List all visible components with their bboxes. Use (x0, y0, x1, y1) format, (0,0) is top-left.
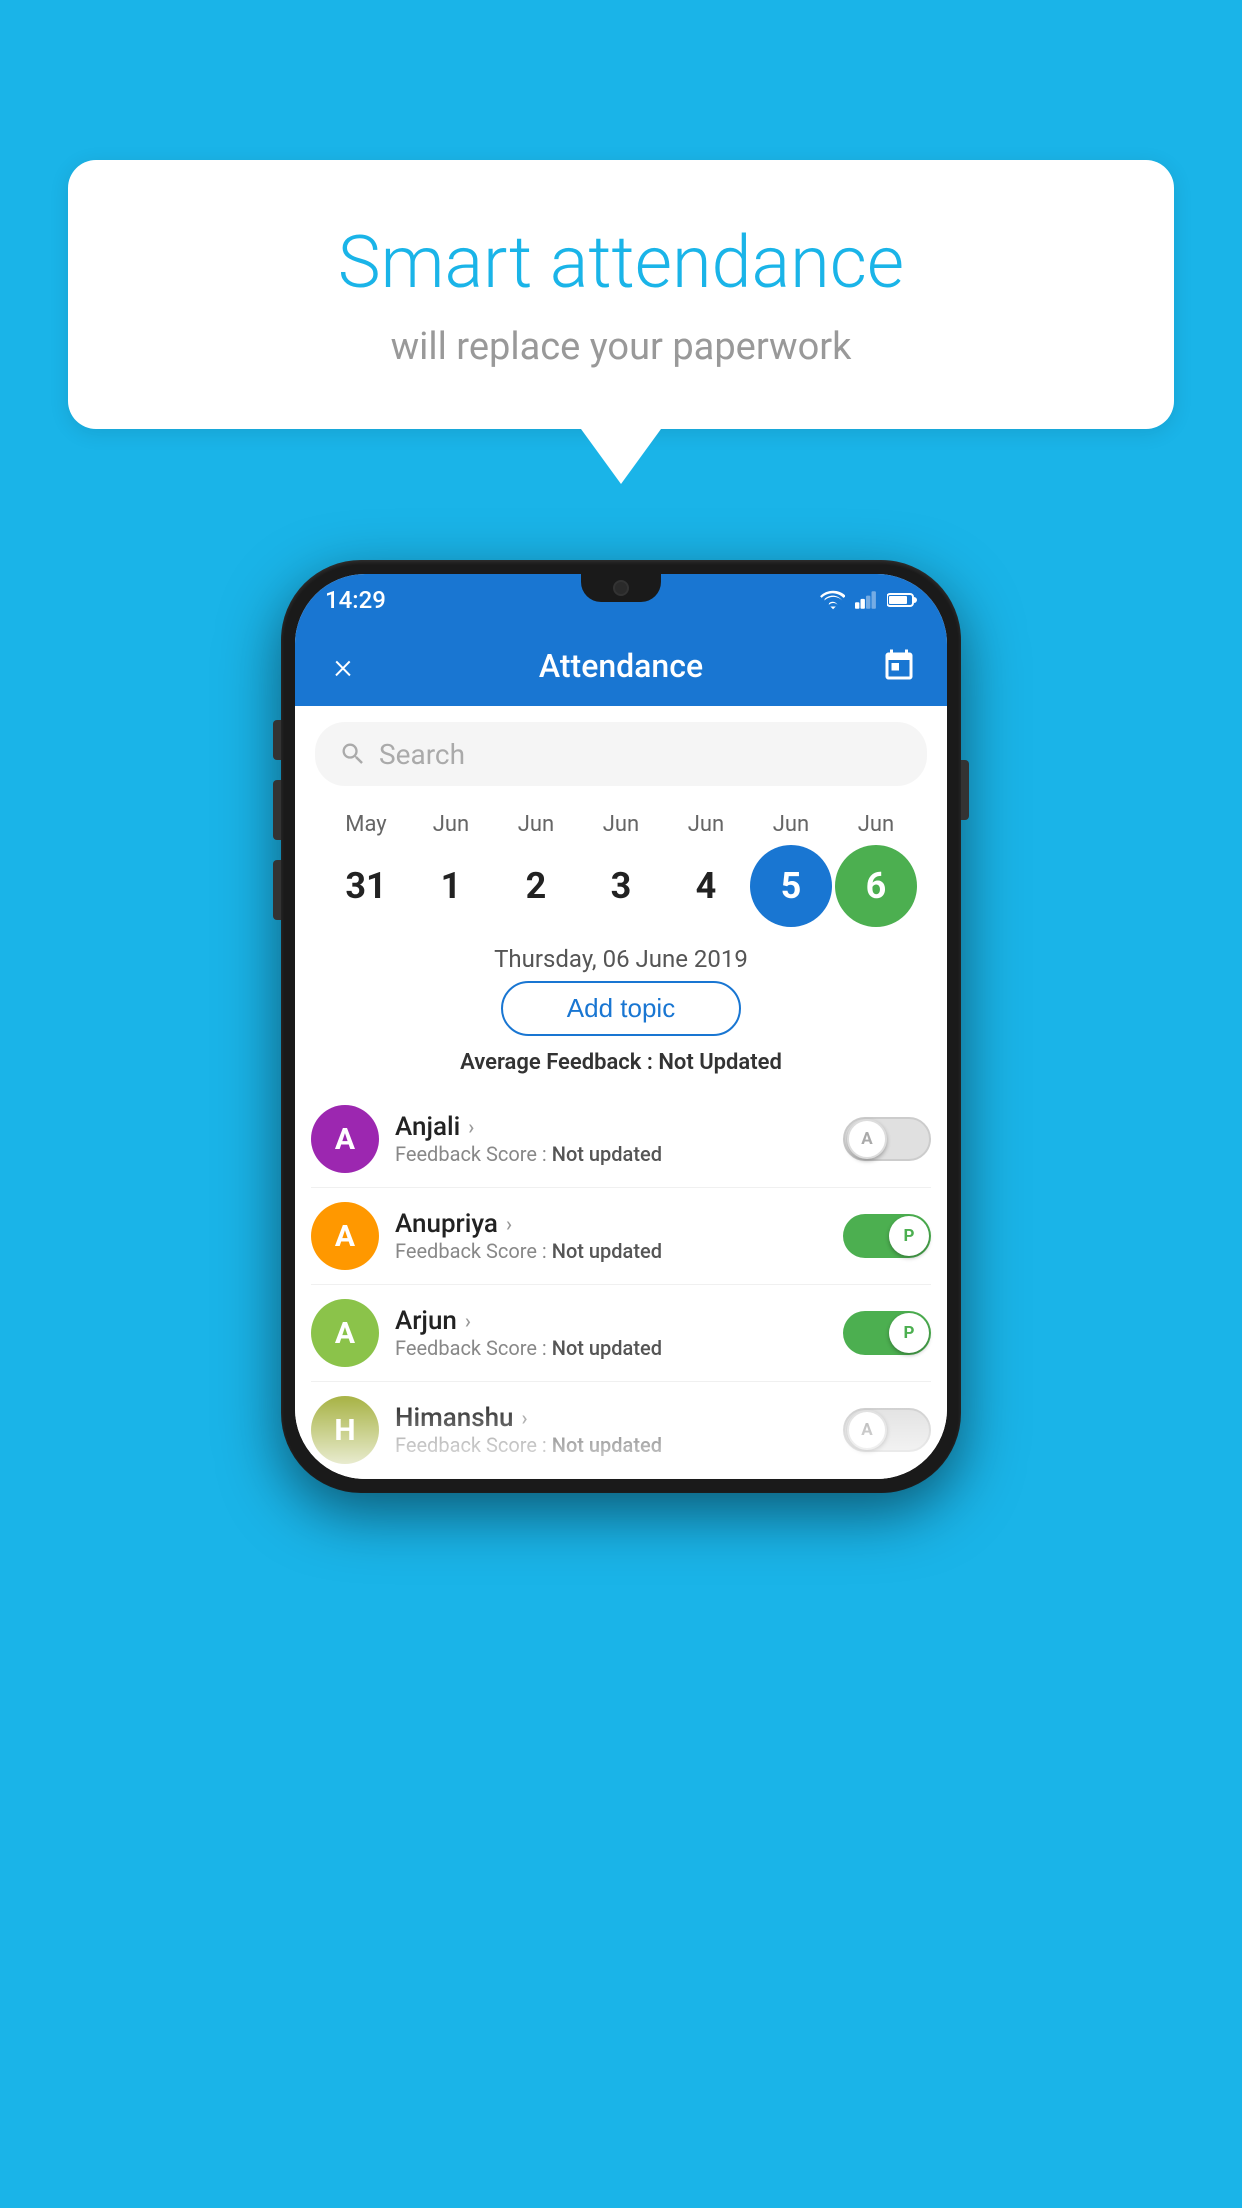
date-cell[interactable]: 5 (750, 845, 832, 927)
app-bar: × Attendance (295, 626, 947, 706)
student-list: AAnjali ›Feedback Score : Not updatedAAA… (295, 1091, 947, 1479)
month-label: Jun (750, 812, 832, 837)
phone-container: 14:29 × Attendance (281, 560, 961, 1493)
date-cell[interactable]: 4 (665, 845, 747, 927)
student-info: Anjali ›Feedback Score : Not updated (395, 1112, 827, 1166)
search-icon (339, 740, 367, 768)
calendar-icon (881, 648, 917, 684)
student-name: Himanshu › (395, 1403, 827, 1433)
phone-screen: 14:29 × Attendance (295, 574, 947, 1479)
student-info: Anupriya ›Feedback Score : Not updated (395, 1209, 827, 1263)
month-label: Jun (410, 812, 492, 837)
student-name: Arjun › (395, 1306, 827, 1336)
search-placeholder: Search (379, 738, 465, 771)
attendance-toggle[interactable]: P (843, 1214, 931, 1258)
avatar: A (311, 1202, 379, 1270)
search-bar[interactable]: Search (315, 722, 927, 786)
feedback-value: Not updated (547, 1239, 662, 1263)
attendance-toggle[interactable]: A (843, 1408, 931, 1452)
silent-button (273, 720, 281, 760)
attendance-toggle[interactable]: P (843, 1311, 931, 1355)
camera (613, 580, 629, 596)
feedback-value: Not updated (547, 1336, 662, 1360)
student-item[interactable]: H Himanshu ›Feedback Score : Not updated A (311, 1382, 931, 1479)
student-info: Arjun ›Feedback Score : Not updated (395, 1306, 827, 1360)
bubble-subtitle: will replace your paperwork (148, 325, 1094, 369)
wifi-icon (819, 590, 845, 610)
month-label: Jun (580, 812, 662, 837)
student-item[interactable]: A Anjali ›Feedback Score : Not updated A (311, 1091, 931, 1188)
toggle-track: P (843, 1311, 931, 1355)
chevron-icon: › (522, 1406, 528, 1430)
chevron-icon: › (465, 1309, 471, 1333)
avatar: A (311, 1299, 379, 1367)
month-label: Jun (495, 812, 577, 837)
date-cell[interactable]: 1 (410, 845, 492, 927)
month-label: May (325, 812, 407, 837)
student-item[interactable]: A Anupriya ›Feedback Score : Not updated P (311, 1188, 931, 1285)
volume-down-button (273, 860, 281, 920)
toggle-track: P (843, 1214, 931, 1258)
avg-feedback-label: Average Feedback : (460, 1050, 658, 1075)
date-row: 31123456 (315, 837, 927, 935)
toggle-thumb: P (889, 1216, 929, 1256)
chevron-icon: › (468, 1115, 474, 1139)
avg-feedback: Average Feedback : Not Updated (295, 1050, 947, 1075)
bubble-title: Smart attendance (148, 220, 1094, 305)
toggle-track: A (843, 1117, 931, 1161)
phone-outer: 14:29 × Attendance (281, 560, 961, 1493)
speech-bubble-container: Smart attendance will replace your paper… (68, 160, 1174, 484)
app-title: Attendance (539, 647, 703, 685)
date-cell[interactable]: 6 (835, 845, 917, 927)
avg-feedback-value: Not Updated (658, 1050, 782, 1075)
toggle-thumb: P (889, 1313, 929, 1353)
status-bar: 14:29 (295, 574, 947, 626)
student-name: Anjali › (395, 1112, 827, 1142)
app-content: Search MayJunJunJunJunJunJun 31123456 Th… (295, 706, 947, 1479)
student-item[interactable]: A Arjun ›Feedback Score : Not updated P (311, 1285, 931, 1382)
feedback-value: Not updated (547, 1142, 662, 1166)
status-icons (819, 590, 917, 610)
attendance-toggle[interactable]: A (843, 1117, 931, 1161)
month-label: Jun (835, 812, 917, 837)
status-time: 14:29 (325, 586, 386, 614)
battery-icon (887, 591, 917, 609)
student-info: Himanshu ›Feedback Score : Not updated (395, 1403, 827, 1457)
selected-date-label: Thursday, 06 June 2019 (295, 935, 947, 981)
toggle-track: A (843, 1408, 931, 1452)
date-cell[interactable]: 2 (495, 845, 577, 927)
close-button[interactable]: × (319, 642, 367, 690)
power-button (961, 760, 969, 820)
month-row: MayJunJunJunJunJunJun (315, 812, 927, 837)
feedback-score: Feedback Score : Not updated (395, 1239, 827, 1263)
student-name: Anupriya › (395, 1209, 827, 1239)
speech-bubble-tail (581, 429, 661, 484)
toggle-thumb: A (847, 1119, 887, 1159)
chevron-icon: › (506, 1212, 512, 1236)
volume-up-button (273, 780, 281, 840)
feedback-score: Feedback Score : Not updated (395, 1336, 827, 1360)
notch (581, 574, 661, 602)
calendar-button[interactable] (875, 642, 923, 690)
speech-bubble: Smart attendance will replace your paper… (68, 160, 1174, 429)
feedback-score: Feedback Score : Not updated (395, 1433, 827, 1457)
date-cell[interactable]: 31 (325, 845, 407, 927)
avatar: A (311, 1105, 379, 1173)
calendar-strip: MayJunJunJunJunJunJun 31123456 (295, 802, 947, 935)
date-cell[interactable]: 3 (580, 845, 662, 927)
month-label: Jun (665, 812, 747, 837)
toggle-thumb: A (847, 1410, 887, 1450)
add-topic-button[interactable]: Add topic (501, 981, 741, 1036)
signal-icon (855, 590, 877, 610)
feedback-value: Not updated (547, 1433, 662, 1457)
avatar: H (311, 1396, 379, 1464)
feedback-score: Feedback Score : Not updated (395, 1142, 827, 1166)
